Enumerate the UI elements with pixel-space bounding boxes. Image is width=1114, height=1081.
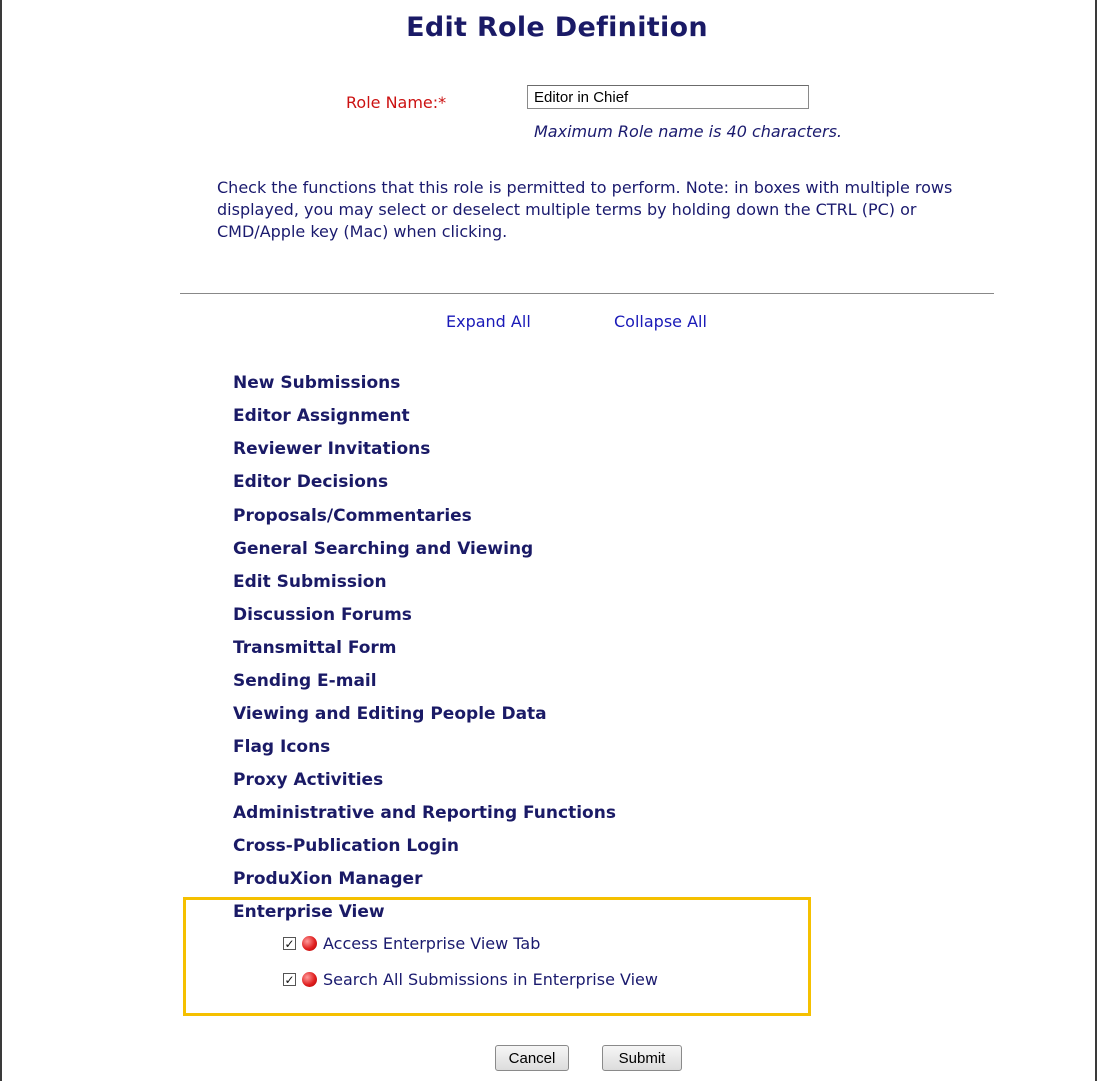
collapse-all-link[interactable]: Collapse All	[614, 312, 707, 331]
section-admin-reporting[interactable]: Administrative and Reporting Functions	[233, 803, 616, 823]
section-proposals-commentaries[interactable]: Proposals/Commentaries	[233, 506, 472, 526]
section-editor-decisions[interactable]: Editor Decisions	[233, 472, 388, 492]
section-edit-submission[interactable]: Edit Submission	[233, 572, 387, 592]
section-transmittal-form[interactable]: Transmittal Form	[233, 638, 397, 658]
divider	[180, 293, 994, 294]
section-new-submissions[interactable]: New Submissions	[233, 373, 400, 393]
enterprise-view-highlight	[183, 897, 811, 1016]
role-name-hint: Maximum Role name is 40 characters.	[534, 122, 843, 141]
section-discussion-forums[interactable]: Discussion Forums	[233, 605, 412, 625]
page-title: Edit Role Definition	[406, 12, 708, 43]
section-general-searching-viewing[interactable]: General Searching and Viewing	[233, 539, 533, 559]
expand-all-link[interactable]: Expand All	[446, 312, 531, 331]
instructions-text: Check the functions that this role is pe…	[217, 178, 953, 241]
section-flag-icons[interactable]: Flag Icons	[233, 737, 330, 757]
submit-button[interactable]: Submit	[602, 1045, 682, 1071]
role-name-input[interactable]	[527, 85, 809, 109]
section-reviewer-invitations[interactable]: Reviewer Invitations	[233, 439, 430, 459]
section-sending-email[interactable]: Sending E-mail	[233, 671, 377, 691]
role-name-label: Role Name:*	[346, 93, 447, 112]
section-people-data[interactable]: Viewing and Editing People Data	[233, 704, 547, 724]
cancel-button[interactable]: Cancel	[495, 1045, 569, 1071]
section-produxion-manager[interactable]: ProduXion Manager	[233, 869, 422, 889]
section-proxy-activities[interactable]: Proxy Activities	[233, 770, 383, 790]
section-editor-assignment[interactable]: Editor Assignment	[233, 406, 410, 426]
section-cross-publication-login[interactable]: Cross-Publication Login	[233, 836, 459, 856]
